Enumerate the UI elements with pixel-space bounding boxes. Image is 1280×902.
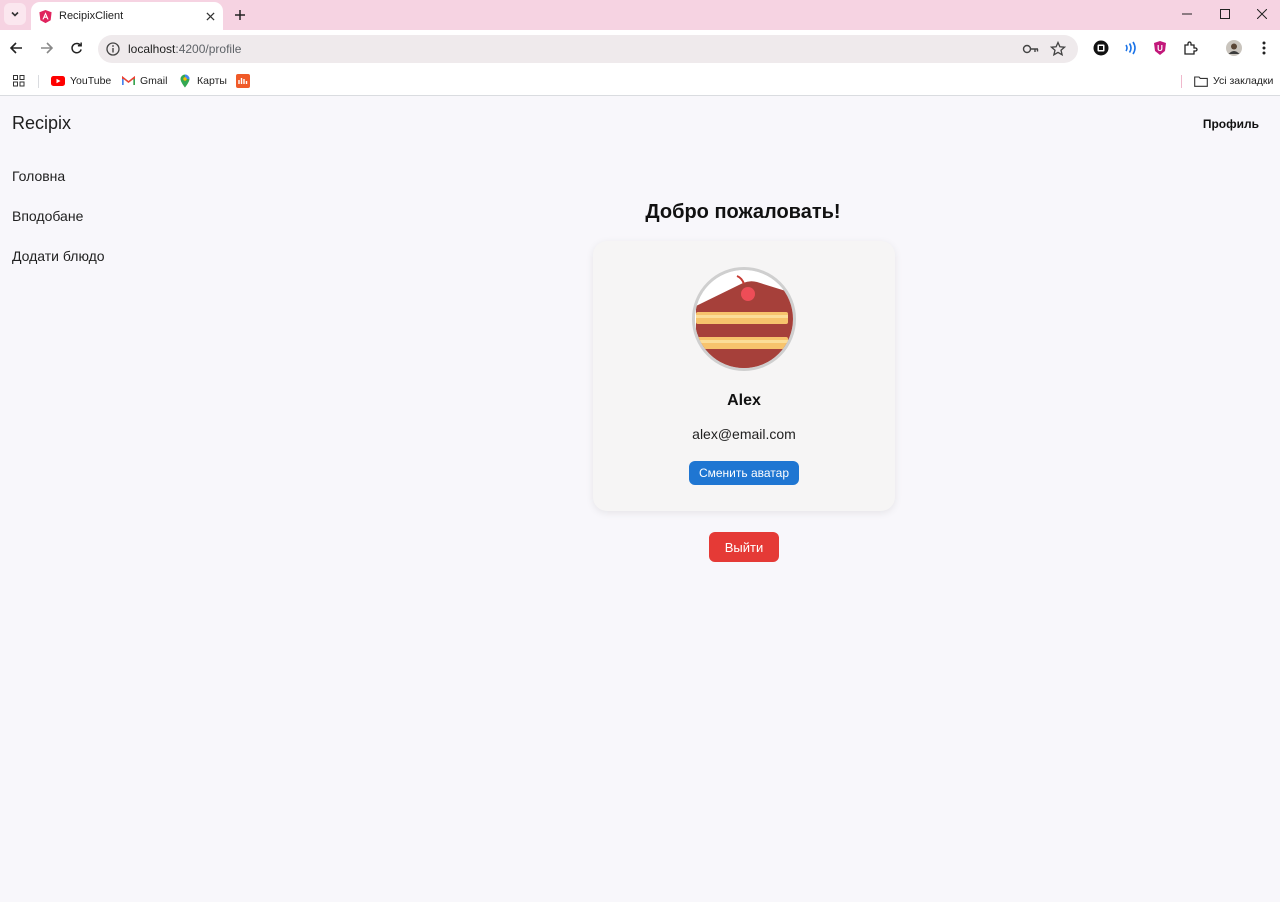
browser-toolbar: localhost:4200/profile U <box>0 30 1280 66</box>
apps-icon[interactable] <box>13 73 25 89</box>
url-text: localhost:4200/profile <box>128 42 242 56</box>
bookmark-gmail[interactable]: Gmail <box>121 73 167 89</box>
all-bookmarks[interactable]: Усі закладки <box>1194 73 1273 89</box>
gmail-icon <box>121 74 135 88</box>
bookmark-star-icon[interactable] <box>1049 40 1067 57</box>
cake-slice-icon <box>695 270 793 368</box>
back-icon[interactable] <box>6 38 26 58</box>
avatar-icon[interactable] <box>1226 40 1242 56</box>
maps-icon <box>178 74 192 88</box>
angular-favicon-icon <box>38 9 53 24</box>
reload-icon[interactable] <box>66 38 86 58</box>
extension-2-icon[interactable] <box>1122 40 1138 56</box>
extensions-icon[interactable] <box>1182 40 1198 56</box>
extension-1-icon[interactable] <box>1093 40 1109 56</box>
bookmarks-bar: YouTube Gmail Карты Усі закладки <box>0 66 1280 96</box>
profile-name: Alex <box>727 392 761 409</box>
sidebar-item-add-dish[interactable]: Додати блюдо <box>12 249 105 289</box>
menu-icon[interactable] <box>1256 40 1272 56</box>
maximize-icon[interactable] <box>1206 0 1244 28</box>
minimize-icon[interactable] <box>1168 0 1206 28</box>
browser-tabstrip: RecipixClient <box>0 0 1280 30</box>
extension-3-icon[interactable]: U <box>1152 40 1168 56</box>
youtube-icon <box>51 74 65 88</box>
tab-title: RecipixClient <box>59 10 124 22</box>
bookmark-orange-icon[interactable] <box>236 73 250 89</box>
sidebar-item-favorites[interactable]: Вподобане <box>12 209 105 249</box>
profile-card: Alex alex@email.com Сменить аватар <box>593 241 895 511</box>
avatar <box>692 267 796 371</box>
bookmarks-divider <box>38 75 39 88</box>
svg-text:U: U <box>1157 44 1163 53</box>
change-avatar-button[interactable]: Сменить аватар <box>689 461 799 485</box>
logout-button[interactable]: Выйти <box>709 532 779 562</box>
sidebar: Головна Вподобане Додати блюдо <box>12 169 105 289</box>
tab-search-icon[interactable] <box>4 3 26 25</box>
password-key-icon[interactable] <box>1022 42 1040 56</box>
bookmark-youtube[interactable]: YouTube <box>51 73 111 89</box>
profile-email: alex@email.com <box>692 426 796 442</box>
page-title: Добро пожаловать! <box>645 201 841 223</box>
brand-logo[interactable]: Recipix <box>12 113 71 134</box>
site-info-icon[interactable] <box>106 42 120 56</box>
new-tab-icon[interactable] <box>230 5 250 25</box>
bookmarks-divider-right <box>1181 75 1182 88</box>
close-window-icon[interactable] <box>1243 0 1280 28</box>
folder-icon <box>1194 74 1208 88</box>
forward-icon[interactable] <box>36 38 56 58</box>
bookmark-maps[interactable]: Карты <box>178 73 227 89</box>
app-page: Recipix Профиль Головна Вподобане Додати… <box>0 97 1280 902</box>
address-bar[interactable]: localhost:4200/profile <box>98 35 1078 63</box>
sidebar-item-home[interactable]: Головна <box>12 169 105 209</box>
profile-link[interactable]: Профиль <box>1203 117 1259 131</box>
close-tab-icon[interactable] <box>203 9 217 23</box>
browser-tab[interactable]: RecipixClient <box>31 2 223 30</box>
